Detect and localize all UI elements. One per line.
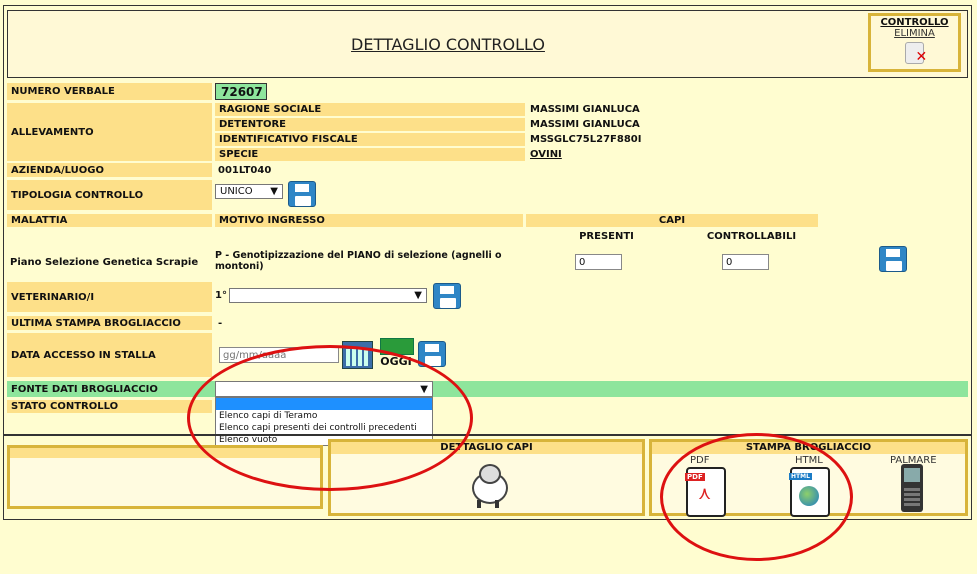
motivo-ingresso-header: MOTIVO INGRESSO [215, 214, 523, 227]
controllabili-input[interactable]: 0 [722, 254, 769, 270]
capi-header: CAPI [526, 214, 818, 227]
tipologia-selected: UNICO [220, 186, 253, 197]
stato-controllo-label: STATO CONTROLLO [7, 400, 212, 413]
controllo-title: CONTROLLO [880, 17, 949, 28]
azienda-luogo-value: 001LT040 [218, 164, 272, 176]
detentore-label: DETENTORE [215, 118, 525, 131]
save-veterinario-icon[interactable] [433, 283, 461, 309]
page-title: DETTAGLIO CONTROLLO [351, 35, 545, 54]
ragione-sociale-value: MASSIMI GIANLUCA [530, 104, 640, 115]
identificativo-fiscale-label: IDENTIFICATIVO FISCALE [215, 133, 525, 146]
elimina-link[interactable]: ELIMINA [871, 28, 958, 39]
ragione-sociale-label: RAGIONE SOCIALE [215, 103, 525, 116]
azienda-luogo-label: AZIENDA/LUOGO [7, 163, 212, 177]
malattia-row-name: Piano Selezione Genetica Scrapie [10, 256, 199, 268]
device-keypad [904, 486, 920, 506]
presenti-input[interactable]: 0 [575, 254, 622, 270]
save-tipologia-icon[interactable] [288, 181, 316, 207]
delete-doc-icon[interactable]: ✕ [902, 40, 928, 64]
numero-verbale-value: 72607 [215, 83, 267, 100]
numero-verbale-label: NUMERO VERBALE [7, 83, 212, 100]
ultima-stampa-label: ULTIMA STAMPA BROGLIACCIO [7, 316, 212, 330]
data-accesso-label: DATA ACCESSO IN STALLA [7, 333, 212, 377]
malattia-header: MALATTIA [7, 214, 212, 227]
ultima-stampa-value: - [218, 317, 223, 329]
palmare-device-icon[interactable] [901, 464, 923, 512]
tipologia-controllo-label: TIPOLOGIA CONTROLLO [7, 180, 212, 210]
presenti-header: PRESENTI [579, 231, 634, 242]
detentore-value: MASSIMI GIANLUCA [530, 119, 640, 130]
save-capi-icon[interactable] [879, 246, 907, 272]
annotation-circle-stampa [660, 433, 853, 561]
veterinario-label: VETERINARIO/I [7, 282, 212, 312]
specie-label: SPECIE [215, 148, 525, 161]
device-screen [904, 468, 920, 482]
veterinario-index: 1° [215, 289, 227, 301]
specie-link[interactable]: OVINI [527, 148, 777, 161]
allevamento-label: ALLEVAMENTO [7, 103, 212, 161]
identificativo-fiscale-value: MSSGLC75L27F880I [530, 134, 642, 145]
motivo-row-value: P - Genotipizzazione del PIANO di selezi… [215, 250, 502, 272]
controllabili-header: CONTROLLABILI [706, 231, 797, 242]
controllo-elimina-box[interactable]: CONTROLLO ELIMINA ✕ [868, 13, 961, 72]
header-panel: DETTAGLIO CONTROLLO CONTROLLO ELIMINA ✕ [7, 10, 968, 78]
veterinario-select[interactable]: ▼ [229, 288, 427, 303]
annotation-circle-fonte [187, 345, 473, 491]
tipologia-select[interactable]: UNICO ▼ [215, 184, 283, 199]
section-divider [3, 434, 972, 436]
fonte-dati-label: FONTE DATI BROGLIACCIO [7, 381, 212, 397]
sheep-icon[interactable] [469, 464, 508, 510]
chevron-down-icon: ▼ [414, 290, 422, 301]
chevron-down-icon: ▼ [270, 186, 278, 197]
